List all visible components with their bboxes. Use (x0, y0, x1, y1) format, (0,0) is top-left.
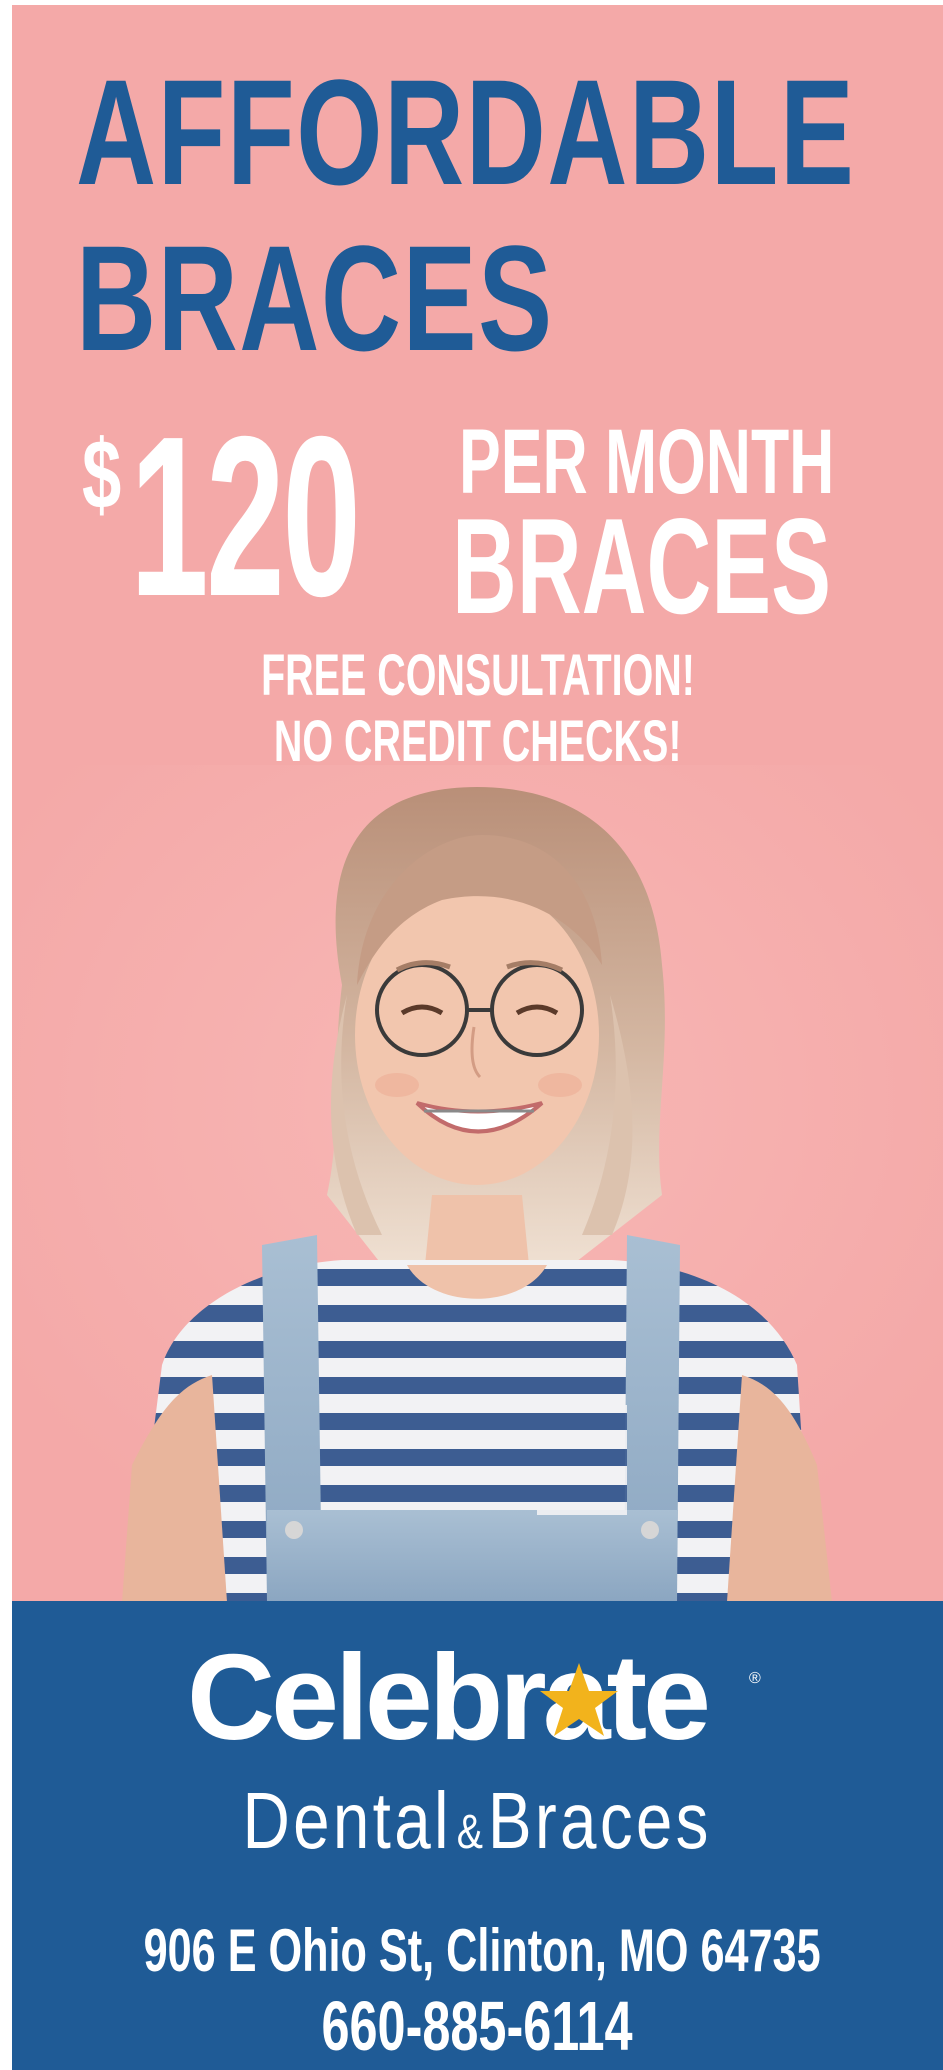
tagline-dental: Dental (242, 1776, 453, 1865)
clinic-address-text: 906 E Ohio St, Clinton, MO 64735 (143, 1917, 821, 1984)
price-product: BRACES (452, 490, 832, 642)
brand-tagline: Dental &Braces (12, 1781, 943, 1861)
headline-braces: BRACES (76, 214, 554, 382)
tagline-braces: Braces (488, 1776, 713, 1865)
footer-band: Celebrate ® Dental &Braces 906 E Ohio St,… (12, 1601, 943, 2070)
clinic-phone-text: 660-885-6114 (321, 1987, 634, 2065)
braces-advertisement: AFFORDABLE BRACES $ 120 PER MONTH BRACES… (12, 5, 943, 2070)
brand-logo-text: Celebrate (187, 1643, 707, 1753)
clinic-address: 906 E Ohio St, Clinton, MO 64735 (12, 1921, 943, 1981)
price-currency-symbol: $ (82, 419, 122, 529)
clinic-phone: 660-885-6114 (12, 1991, 943, 2061)
tagline-ampersand: & (457, 1806, 484, 1859)
registered-mark: ® (749, 1670, 761, 1687)
headline-affordable: AFFORDABLE (76, 48, 856, 216)
promo-free-consultation: FREE CONSULTATION! (12, 647, 943, 705)
price-amount: 120 (130, 390, 361, 644)
brand-logo: Celebrate ® (187, 1643, 761, 1753)
promo-no-credit-checks-text: NO CREDIT CHECKS! (273, 709, 682, 774)
model-photo (12, 765, 943, 1602)
promo-free-consultation-text: FREE CONSULTATION! (260, 643, 695, 708)
promo-no-credit-checks: NO CREDIT CHECKS! (12, 713, 943, 771)
